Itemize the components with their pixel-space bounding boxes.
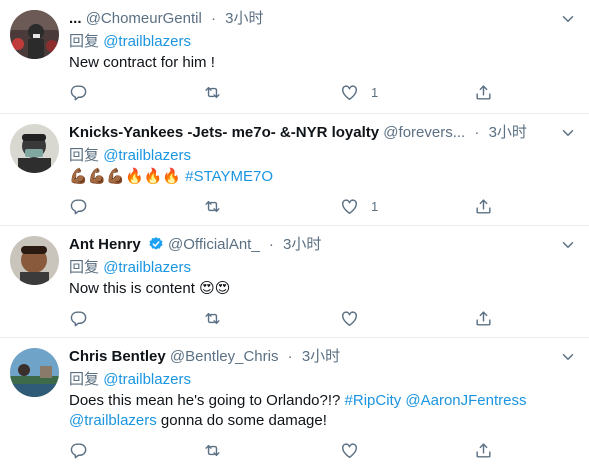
retweet-button[interactable] — [203, 308, 222, 328]
heart-icon — [340, 309, 359, 328]
display-name[interactable]: Chris Bentley — [69, 348, 166, 365]
tweet-4[interactable]: Chris Bentley @Bentley_Chris · 3小时 回复 @t… — [0, 338, 589, 464]
reply-context: 回复 @trailblazers — [69, 146, 191, 166]
tweet-text: Does this mean he's going to Orlando?!? … — [69, 390, 527, 412]
like-button[interactable] — [340, 440, 359, 460]
reply-icon — [69, 441, 88, 460]
reply-prefix: 回复 — [69, 33, 100, 50]
avatar[interactable] — [10, 348, 59, 397]
reply-prefix: 回复 — [69, 371, 100, 388]
share-button[interactable] — [474, 308, 493, 328]
user-handle[interactable]: @OfficialAnt_ — [168, 236, 260, 253]
chevron-down-icon[interactable] — [559, 236, 577, 254]
share-icon — [474, 441, 493, 460]
reply-prefix: 回复 — [69, 147, 100, 164]
heart-icon — [340, 83, 359, 102]
retweet-button[interactable] — [203, 440, 222, 460]
like-button[interactable]: 1 — [340, 196, 378, 216]
verified-badge-icon — [149, 237, 163, 250]
mention-link[interactable]: @trailblazers — [69, 412, 157, 429]
share-icon — [474, 309, 493, 328]
reply-mention[interactable]: @trailblazers — [103, 147, 191, 164]
tweet-header: Ant Henry @OfficialAnt_ · 3小时 — [69, 234, 549, 256]
mention-link[interactable]: @AaronJFentress — [405, 392, 526, 409]
separator-dot: · — [474, 124, 480, 141]
like-button[interactable]: 1 — [340, 82, 378, 102]
tweet-header: Knicks-Yankees -Jets- me7o- &-NYR loyalt… — [69, 122, 549, 144]
tweet-3[interactable]: Ant Henry @OfficialAnt_ · 3小时 回复 @trailb… — [0, 226, 589, 338]
display-name[interactable]: ... — [69, 10, 82, 27]
reply-context: 回复 @trailblazers — [69, 32, 191, 52]
retweet-button[interactable] — [203, 82, 222, 102]
tweet-text: Now this is content 😍😍 — [69, 278, 230, 300]
reply-mention[interactable]: @trailblazers — [103, 259, 191, 276]
avatar[interactable] — [10, 236, 59, 285]
chevron-down-icon[interactable] — [559, 124, 577, 142]
reply-mention[interactable]: @trailblazers — [103, 371, 191, 388]
tweet-text: New contract for him ! — [69, 54, 215, 71]
reply-icon — [69, 83, 88, 102]
retweet-icon — [203, 197, 222, 216]
share-button[interactable] — [474, 196, 493, 216]
reply-icon — [69, 309, 88, 328]
reply-context: 回复 @trailblazers — [69, 258, 191, 278]
display-name[interactable]: Knicks-Yankees -Jets- me7o- &-NYR loyalt… — [69, 124, 379, 141]
tweet-header: Chris Bentley @Bentley_Chris · 3小时 — [69, 346, 549, 368]
heart-icon — [340, 441, 359, 460]
reply-context: 回复 @trailblazers — [69, 370, 191, 390]
timestamp[interactable]: 3小时 — [302, 348, 340, 365]
tweet-text: 💪🏾💪🏾💪🏾🔥🔥🔥 #STAYME7O — [69, 166, 273, 188]
timestamp[interactable]: 3小时 — [283, 236, 321, 253]
chevron-down-icon[interactable] — [559, 10, 577, 28]
separator-dot: · — [210, 10, 216, 27]
reply-button[interactable] — [69, 196, 88, 216]
tweet-header: ... @ChomeurGentil · 3小时 — [69, 8, 549, 30]
like-button[interactable] — [340, 308, 359, 328]
like-count: 1 — [371, 198, 379, 214]
tweet-body: gonna do some damage! — [156, 412, 327, 429]
share-icon — [474, 83, 493, 102]
chevron-down-icon[interactable] — [559, 348, 577, 366]
reply-prefix: 回复 — [69, 259, 100, 276]
reply-mention[interactable]: @trailblazers — [103, 33, 191, 50]
display-name[interactable]: Ant Henry — [69, 236, 141, 253]
share-button[interactable] — [474, 440, 493, 460]
heart-icon — [340, 197, 359, 216]
retweet-icon — [203, 441, 222, 460]
tweet-text-line2: @trailblazers gonna do some damage! — [69, 410, 327, 432]
like-count: 1 — [371, 84, 379, 100]
timestamp[interactable]: 3小时 — [225, 10, 263, 27]
hashtag-link[interactable]: #RipCity — [345, 392, 402, 409]
avatar[interactable] — [10, 124, 59, 173]
separator-dot: · — [268, 236, 274, 253]
tweet-body: Now this is content — [69, 280, 195, 297]
share-button[interactable] — [474, 82, 493, 102]
separator-dot: · — [287, 348, 293, 365]
user-handle[interactable]: @forevers... — [383, 124, 465, 141]
emoji-text: 💪🏾💪🏾💪🏾🔥🔥🔥 — [69, 168, 182, 185]
retweet-button[interactable] — [203, 196, 222, 216]
retweet-icon — [203, 83, 222, 102]
avatar[interactable] — [10, 10, 59, 59]
retweet-icon — [203, 309, 222, 328]
share-icon — [474, 197, 493, 216]
reply-button[interactable] — [69, 308, 88, 328]
reply-icon — [69, 197, 88, 216]
tweet-2[interactable]: Knicks-Yankees -Jets- me7o- &-NYR loyalt… — [0, 114, 589, 226]
user-handle[interactable]: @Bentley_Chris — [170, 348, 279, 365]
emoji-text: 😍😍 — [199, 280, 231, 297]
tweet-1[interactable]: ... @ChomeurGentil · 3小时 回复 @trailblazer… — [0, 0, 589, 114]
hashtag-link[interactable]: #STAYME7O — [185, 168, 273, 185]
reply-button[interactable] — [69, 82, 88, 102]
reply-button[interactable] — [69, 440, 88, 460]
user-handle[interactable]: @ChomeurGentil — [86, 10, 202, 27]
timestamp[interactable]: 3小时 — [489, 124, 527, 141]
tweet-body: Does this mean he's going to Orlando?!? — [69, 392, 345, 409]
